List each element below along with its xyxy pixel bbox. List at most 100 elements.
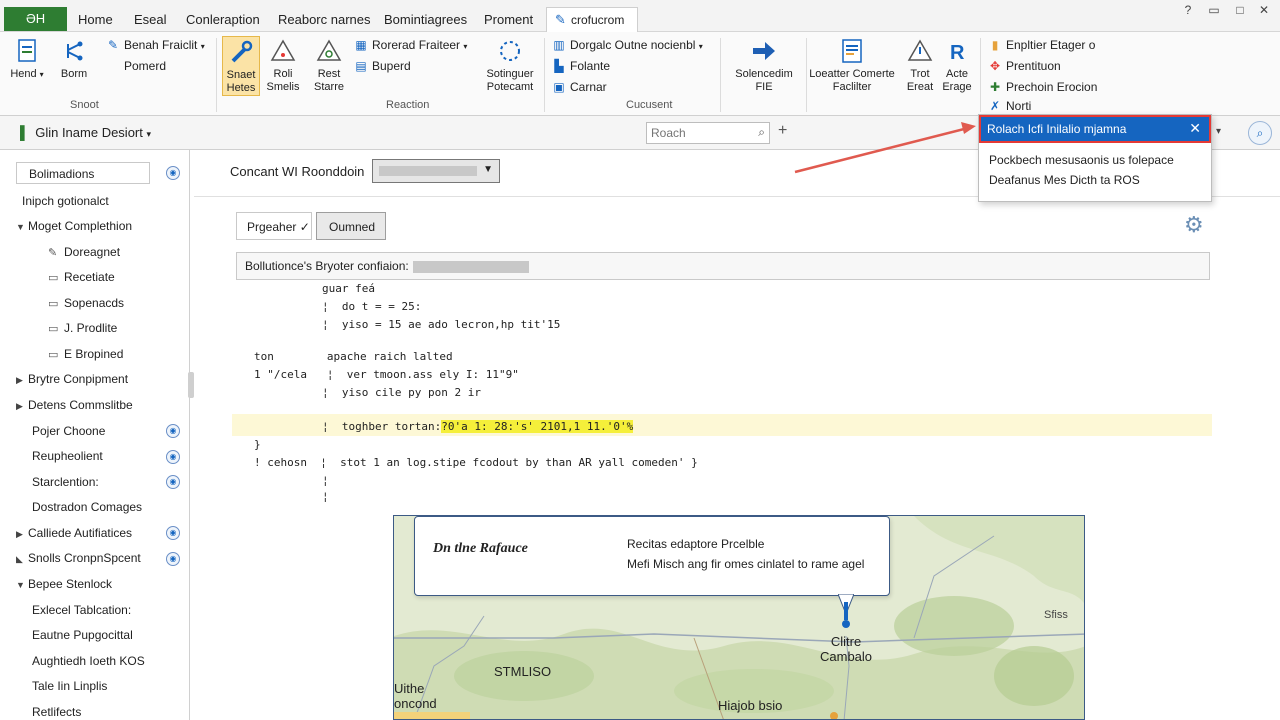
sidebar-item[interactable]: ▭ J. Prodlite xyxy=(48,321,117,335)
snaet-button[interactable]: Snaet Hetes xyxy=(222,36,260,96)
map-label-town[interactable]: Uithe oncond xyxy=(394,681,437,711)
dorgalc-link[interactable]: ▥ Dorgalc Outne nocienbl ▾ xyxy=(552,38,702,52)
code-line: ton apache raich lalted xyxy=(254,350,453,363)
sotinguer-button[interactable]: Sotinguer Potecamt xyxy=(478,38,542,94)
sidebar-item[interactable]: ▶ Calliede Autifiatices xyxy=(16,526,132,540)
code-line: ¦ yiso = 15 ae ado lecron,hp tit'15 xyxy=(322,318,561,331)
document-selector[interactable]: ▌ Glin Iname Desiort ▾ xyxy=(20,125,151,140)
buperd-link[interactable]: ▤ Buperd xyxy=(354,59,410,73)
sidebar-item[interactable]: Eautne Pupgocittal xyxy=(32,628,133,642)
config-bar[interactable]: Bollutionce's Bryoter confiaion: xyxy=(236,252,1210,280)
tab-conleraption[interactable]: Conleraption xyxy=(186,12,260,27)
oumned-button[interactable]: Oumned xyxy=(316,212,386,240)
branch-icon xyxy=(67,41,83,61)
prentituon-link[interactable]: ✥ Prentituon xyxy=(988,59,1061,73)
callout-title: Dn tlne Rafauce xyxy=(433,541,528,556)
document-icon xyxy=(18,39,36,62)
search-input[interactable] xyxy=(647,123,747,143)
sidebar-item[interactable]: ▶ Brytre Conpipment xyxy=(16,372,128,386)
callout-line: Mefi Misch ang fir omes cinlatel to rame… xyxy=(627,557,865,571)
close-icon[interactable]: ✕ xyxy=(1189,120,1201,137)
sidebar-item[interactable]: ◣ Snolls CronpnSpcent xyxy=(16,551,141,565)
info-icon[interactable]: ◉ xyxy=(166,552,180,566)
solencedim-button[interactable]: Solencedim FIE xyxy=(728,38,800,94)
prechoin-link[interactable]: ✚ Prechoin Erocion xyxy=(988,80,1097,94)
sidebar-item[interactable]: Starclention: xyxy=(32,475,99,489)
folder-icon: ▭ xyxy=(48,298,59,310)
rorerad-link[interactable]: ▦ Rorerad Fraiteer ▾ xyxy=(354,38,467,52)
tab-proment[interactable]: Proment xyxy=(484,12,533,27)
tab-home[interactable]: Home xyxy=(78,12,113,27)
map-label-area[interactable]: Sfiss xyxy=(1044,608,1068,623)
info-icon[interactable]: ◉ xyxy=(166,475,180,489)
tab-crofucrom[interactable]: ✎ crofucrom xyxy=(546,7,638,33)
sidebar-item[interactable]: ▶ Detens Commslitbe xyxy=(16,398,133,412)
map-label-town[interactable]: Hiajob bsio xyxy=(718,698,782,713)
group-separator xyxy=(216,38,217,112)
norti-link[interactable]: ✗ Norti xyxy=(988,99,1031,113)
sidebar-item[interactable]: Dostradon Comages xyxy=(32,500,142,514)
popup-suggestion[interactable]: Deafanus Mes Dicth ta ROS xyxy=(989,173,1140,187)
hend-button[interactable]: Hend ▾ xyxy=(6,38,48,81)
gear-icon[interactable]: ⚙ xyxy=(1184,212,1204,238)
folante-link[interactable]: ▙ Folante xyxy=(552,59,610,73)
map-label-region[interactable]: STMLISO xyxy=(494,664,551,679)
map-label-city[interactable]: Clitre Cambalo xyxy=(820,634,872,664)
triangle-warning-icon xyxy=(270,39,296,61)
search-box: ⌕ xyxy=(646,122,770,144)
sidebar-item[interactable]: Pojer Choone xyxy=(32,424,105,438)
tab-reaborc[interactable]: Reaborc narnes xyxy=(278,12,371,27)
wrench-icon xyxy=(231,40,253,63)
help-icon[interactable]: ? xyxy=(1180,3,1196,17)
loeatter-button[interactable]: Loeatter Comerte Faclilter xyxy=(806,38,898,94)
document-marker-icon: ▌ xyxy=(20,125,30,140)
caret-right-icon: ▶ xyxy=(16,401,23,411)
sidebar-item[interactable]: ✎ Doreagnet xyxy=(48,245,120,259)
acte-button[interactable]: R Acte Erage xyxy=(938,38,976,94)
search-icon[interactable]: ⌕ xyxy=(758,125,765,140)
sidebar-item[interactable]: ▭ Sopenacds xyxy=(48,296,124,310)
enpltier-link[interactable]: ▮ Enpltier Etager o xyxy=(988,38,1096,52)
tab-bomintiagrees[interactable]: Bomintiagrees xyxy=(384,12,467,27)
sidebar-item[interactable]: ▼ Bepee Stenlock xyxy=(16,577,112,591)
info-icon[interactable]: ◉ xyxy=(166,526,180,540)
popup-header[interactable]: Rolach Icfi Inilalio mjamna ✕ xyxy=(979,115,1211,143)
roli-button[interactable]: Roli Smelis xyxy=(262,38,304,94)
sidebar-item[interactable]: Reupheolient xyxy=(32,449,103,463)
pregeher-button[interactable]: Prgeaher ✓ xyxy=(236,212,312,240)
trot-button[interactable]: Trot Ereat xyxy=(900,38,940,94)
chart-icon: ▙ xyxy=(554,59,564,73)
sidebar-item[interactable]: Aughtiedh Ioeth KOS xyxy=(32,654,145,668)
sidebar-header-info-icon[interactable]: ◉ xyxy=(166,166,180,180)
sidebar-header[interactable]: Bolimadions xyxy=(16,162,150,184)
highlighted-token: ?0'a 1: 28:'s' 2101,1 11.'0'% xyxy=(441,420,634,433)
sidebar-item[interactable]: Retlifects xyxy=(32,705,81,719)
sidebar-item[interactable]: ▭ Recetiate xyxy=(48,270,115,284)
sidebar-item[interactable]: Inipch gotionalct xyxy=(22,194,109,208)
minimize-icon[interactable]: ▭ xyxy=(1206,3,1222,17)
redacted-value xyxy=(379,166,477,176)
pomerd-link[interactable]: Pomerd xyxy=(106,59,166,73)
code-line: ¦ xyxy=(322,474,329,487)
search-round-button[interactable]: ⌕ xyxy=(1248,121,1272,145)
map-view[interactable]: Dn tlne Rafauce Recitas edaptore Prcelbl… xyxy=(393,515,1085,720)
concept-select[interactable]: ▼ xyxy=(372,159,500,183)
file-tab[interactable]: ƏH xyxy=(4,7,67,31)
benah-link[interactable]: ✎ Benah Fraiclit ▾ xyxy=(106,38,205,52)
sidebar-item[interactable]: ▭ E Bropined xyxy=(48,347,123,361)
borm-button[interactable]: Borm xyxy=(56,38,92,81)
sidebar-item[interactable]: Exlecel Tablcation: xyxy=(32,603,131,617)
add-icon[interactable]: + xyxy=(778,122,787,140)
tab-eseal[interactable]: Eseal xyxy=(134,12,167,27)
info-icon[interactable]: ◉ xyxy=(166,450,180,464)
sidebar-item[interactable]: ▼ Moget Complethion xyxy=(16,219,132,233)
spinner-icon xyxy=(500,41,520,61)
rest-button[interactable]: Rest Starre xyxy=(308,38,350,94)
chevron-down-icon[interactable]: ▾ xyxy=(1216,126,1221,137)
info-icon[interactable]: ◉ xyxy=(166,424,180,438)
restore-icon[interactable]: □ xyxy=(1232,3,1248,17)
sidebar-item[interactable]: Tale Iin Linplis xyxy=(32,679,107,693)
close-window-icon[interactable]: ✕ xyxy=(1256,3,1272,17)
carnar-link[interactable]: ▣ Carnar xyxy=(552,80,606,94)
popup-suggestion[interactable]: Pockbech mesusaonis us folepace xyxy=(989,153,1174,167)
